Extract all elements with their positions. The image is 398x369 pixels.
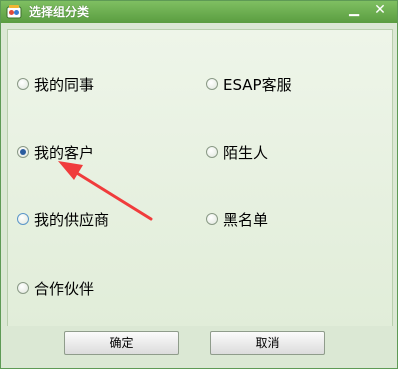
minimize-icon: ▁ (349, 2, 359, 17)
radio-option-blacklist[interactable]: 黑名单 (206, 209, 268, 229)
option-label: 陌生人 (223, 143, 269, 162)
option-label: 我的客户 (34, 143, 95, 162)
radio-option-suppliers[interactable]: 我的供应商 (17, 209, 109, 229)
app-logo-icon (6, 5, 22, 19)
close-button[interactable]: ✕ (370, 2, 390, 20)
close-icon: ✕ (374, 2, 386, 18)
radio-circle-icon[interactable] (206, 213, 218, 225)
radio-circle-icon[interactable] (17, 213, 29, 225)
radio-circle-icon[interactable] (206, 146, 218, 158)
radio-circle-icon[interactable] (17, 78, 29, 90)
option-label: 合作伙伴 (34, 279, 95, 298)
category-options-panel: 我的同事 ESAP客服 我的客户 陌生人 我的供应商 黑名单 合作伙伴 (7, 29, 393, 327)
button-bar: 确定 取消 (1, 326, 397, 368)
option-label: 黑名单 (223, 210, 269, 229)
radio-option-partners[interactable]: 合作伙伴 (17, 278, 94, 298)
radio-circle-icon[interactable] (206, 78, 218, 90)
option-label: 我的同事 (34, 75, 95, 94)
option-label: ESAP客服 (223, 75, 292, 94)
option-label: 我的供应商 (34, 210, 110, 229)
select-group-category-dialog: 选择组分类 ▁ ✕ 我的同事 ESAP客服 我的客户 陌生人 我的供应商 黑名单… (0, 0, 398, 369)
confirm-button[interactable]: 确定 (64, 331, 179, 355)
title-bar[interactable]: 选择组分类 ▁ ✕ (1, 1, 397, 23)
minimize-button[interactable]: ▁ (344, 2, 364, 20)
radio-option-colleagues[interactable]: 我的同事 (17, 74, 94, 94)
radio-option-esap-service[interactable]: ESAP客服 (206, 74, 292, 94)
dialog-title: 选择组分类 (29, 5, 90, 19)
radio-circle-icon[interactable] (17, 282, 29, 294)
radio-option-customers[interactable]: 我的客户 (17, 142, 94, 162)
radio-selected-icon[interactable] (17, 146, 29, 158)
cancel-button[interactable]: 取消 (210, 331, 325, 355)
radio-option-strangers[interactable]: 陌生人 (206, 142, 268, 162)
